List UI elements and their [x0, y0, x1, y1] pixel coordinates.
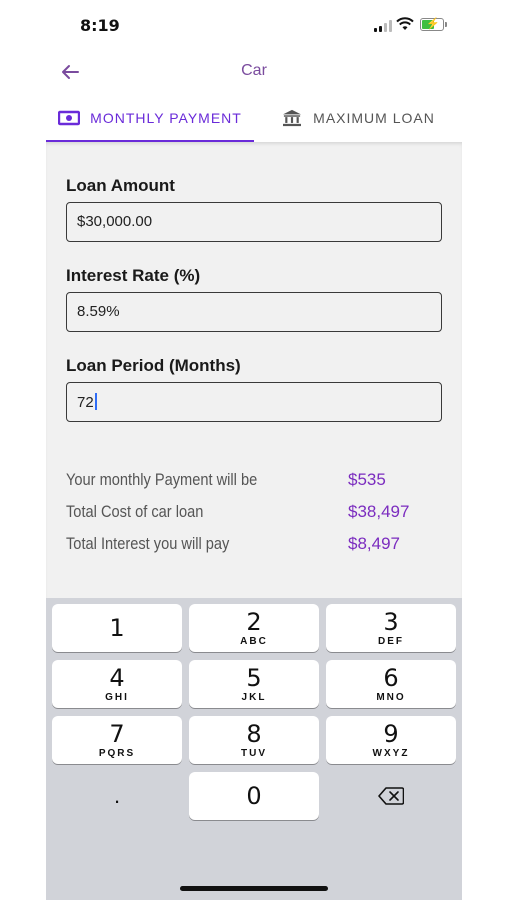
key-0[interactable]: 0	[189, 772, 319, 820]
key-digit: 6	[383, 663, 399, 692]
tab-label: MAXIMUM LOAN	[313, 110, 435, 126]
total-interest-value: $8,497	[348, 534, 400, 553]
loan-period-field[interactable]: 72	[66, 382, 442, 422]
key-5[interactable]: 5 JKL	[189, 660, 319, 708]
battery-cap	[445, 22, 447, 27]
key-decimal-label: .	[113, 783, 121, 808]
key-letters: DEF	[378, 635, 404, 647]
results-summary: Your monthly Payment will be $535 Total …	[66, 464, 446, 560]
key-letters: WXYZ	[372, 747, 410, 759]
status-time: 8:19	[80, 16, 120, 35]
numeric-keypad: 1 2 ABC 3 DEF 4 GHI 5 JKL 6 MNO 7 PQRS 8…	[46, 598, 462, 900]
result-row: Total Cost of car loan $38,497	[66, 496, 446, 528]
calculator-form: Loan Amount $30,000.00 Interest Rate (%)…	[46, 142, 462, 598]
result-row: Total Interest you will pay $8,497	[66, 528, 446, 560]
key-digit: 5	[246, 663, 262, 692]
key-letters: ABC	[240, 635, 268, 647]
tab-monthly-payment[interactable]: MONTHLY PAYMENT	[46, 94, 254, 143]
key-digit: 3	[383, 607, 399, 636]
cellular-signal-icon	[374, 20, 392, 32]
tab-bar: MONTHLY PAYMENT MAXIMUM LOAN	[46, 94, 462, 143]
key-2[interactable]: 2 ABC	[189, 604, 319, 652]
key-digit: 1	[109, 614, 125, 642]
text-cursor	[94, 393, 97, 410]
home-indicator	[180, 886, 328, 891]
result-row: Your monthly Payment will be $535	[66, 464, 446, 496]
tab-maximum-loan[interactable]: MAXIMUM LOAN	[254, 94, 462, 142]
interest-rate-field[interactable]: 8.59%	[66, 292, 442, 332]
key-digit: 2	[246, 607, 262, 636]
key-letters: PQRS	[98, 747, 136, 759]
loan-period-label: Loan Period (Months)	[66, 356, 241, 375]
cash-icon	[58, 110, 81, 126]
status-bar: 8:19 ⚡	[46, 0, 462, 52]
battery-icon: ⚡	[420, 18, 444, 31]
key-3[interactable]: 3 DEF	[326, 604, 456, 652]
key-digit: 9	[383, 719, 399, 748]
key-1[interactable]: 1	[52, 604, 182, 652]
key-letters: JKL	[241, 691, 267, 703]
loan-period-value: 72	[77, 394, 94, 411]
key-letters: MNO	[376, 691, 406, 703]
interest-rate-label: Interest Rate (%)	[66, 266, 201, 285]
total-cost-value: $38,497	[348, 502, 410, 521]
key-digit: 0	[246, 782, 262, 810]
tab-label: MONTHLY PAYMENT	[90, 110, 242, 126]
monthly-payment-value: $535	[348, 470, 386, 489]
loan-amount-field[interactable]: $30,000.00	[66, 202, 442, 242]
key-6[interactable]: 6 MNO	[326, 660, 456, 708]
nav-bar: Car	[46, 52, 462, 92]
key-letters: GHI	[105, 691, 129, 703]
total-interest-label: Total Interest you will pay	[66, 534, 230, 553]
key-digit: 4	[109, 663, 125, 692]
interest-rate-value: 8.59%	[77, 303, 120, 320]
bank-icon	[283, 109, 302, 127]
key-7[interactable]: 7 PQRS	[52, 716, 182, 764]
key-letters: TUV	[241, 747, 267, 759]
key-decimal[interactable]: .	[52, 772, 182, 820]
key-8[interactable]: 8 TUV	[189, 716, 319, 764]
key-4[interactable]: 4 GHI	[52, 660, 182, 708]
key-digit: 8	[246, 719, 262, 748]
total-cost-label: Total Cost of car loan	[66, 502, 204, 521]
wifi-icon	[396, 17, 414, 30]
loan-amount-value: $30,000.00	[77, 213, 153, 230]
backspace-icon	[378, 787, 404, 805]
key-backspace[interactable]	[326, 772, 456, 820]
key-digit: 7	[109, 719, 125, 748]
monthly-payment-label: Your monthly Payment will be	[66, 470, 258, 489]
key-9[interactable]: 9 WXYZ	[326, 716, 456, 764]
loan-amount-label: Loan Amount	[66, 176, 175, 195]
page-title: Car	[241, 62, 267, 79]
